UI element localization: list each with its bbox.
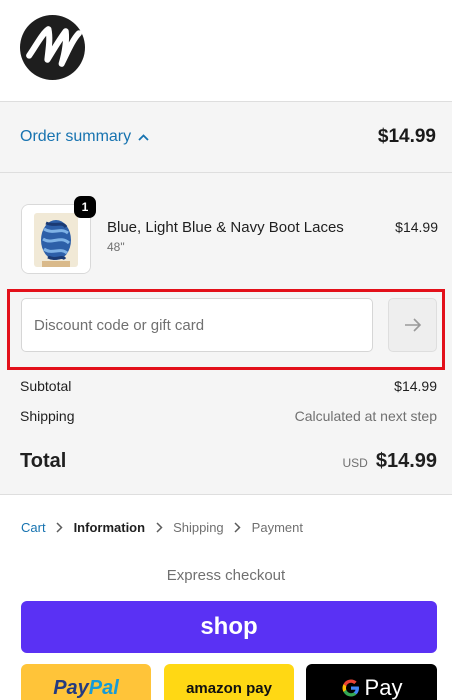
product-name: Blue, Light Blue & Navy Boot Laces: [107, 219, 344, 236]
paypal-logo-part1: Pay: [53, 676, 89, 699]
site-header: [0, 0, 452, 102]
amazon-pay-logo: amazon pay: [186, 679, 272, 697]
paypal-logo-part2: Pal: [88, 676, 119, 699]
order-summary-toggle[interactable]: Order summary $14.99: [0, 102, 452, 173]
subtotal-value: $14.99: [394, 378, 437, 394]
breadcrumb-shipping: Shipping: [173, 520, 224, 535]
express-checkout-label: Express checkout: [166, 567, 286, 584]
google-pay-label: Pay: [364, 675, 403, 700]
order-summary-panel: 1 Blue, Light Blue & Navy Boot Laces 48"…: [0, 173, 452, 495]
total-value: $14.99: [375, 450, 437, 472]
breadcrumb-cart[interactable]: Cart: [21, 520, 46, 535]
google-pay-logo: Pay: [341, 675, 403, 700]
chevron-up-icon[interactable]: [138, 133, 149, 141]
amazon-pay-button[interactable]: amazon pay: [164, 664, 294, 700]
product-price: $14.99: [395, 219, 438, 235]
subtotal-label: Subtotal: [20, 378, 72, 394]
total-row: Total USD $14.99: [20, 450, 437, 473]
google-pay-button[interactable]: Pay: [306, 664, 437, 700]
breadcrumb-information: Information: [73, 520, 146, 535]
shipping-value: Calculated at next step: [294, 408, 437, 424]
shop-pay-logo: shop: [200, 613, 258, 640]
paypal-button[interactable]: PayPal: [21, 664, 151, 700]
paypal-logo: PayPal: [53, 677, 119, 700]
chevron-right-icon: [46, 522, 74, 533]
quantity-badge: 1: [74, 196, 96, 218]
total-amount-group: USD $14.99: [342, 450, 437, 473]
product-variant: 48": [107, 240, 125, 254]
order-summary-label[interactable]: Order summary: [20, 128, 131, 146]
brand-logo-icon[interactable]: [20, 15, 85, 80]
breadcrumb-payment: Payment: [251, 520, 303, 535]
discount-code-input[interactable]: [21, 298, 373, 352]
subtotal-row: Subtotal $14.99: [20, 378, 437, 394]
chevron-right-icon: [224, 522, 252, 533]
apply-discount-button[interactable]: [388, 298, 437, 352]
shipping-row: Shipping Calculated at next step: [20, 408, 437, 424]
arrow-right-icon: [404, 318, 421, 332]
chevron-right-icon: [145, 522, 173, 533]
total-label: Total: [20, 450, 67, 472]
line-item: 1 Blue, Light Blue & Navy Boot Laces 48"…: [20, 196, 438, 274]
shop-pay-button[interactable]: shop: [21, 601, 437, 653]
google-g-icon: [342, 679, 359, 697]
order-summary-total: $14.99: [377, 126, 436, 147]
shipping-label: Shipping: [20, 408, 75, 424]
currency-code: USD: [342, 456, 368, 470]
breadcrumb: Cart Information Shipping Payment: [21, 520, 303, 535]
order-summary-toggle-label-group[interactable]: Order summary: [20, 128, 149, 146]
